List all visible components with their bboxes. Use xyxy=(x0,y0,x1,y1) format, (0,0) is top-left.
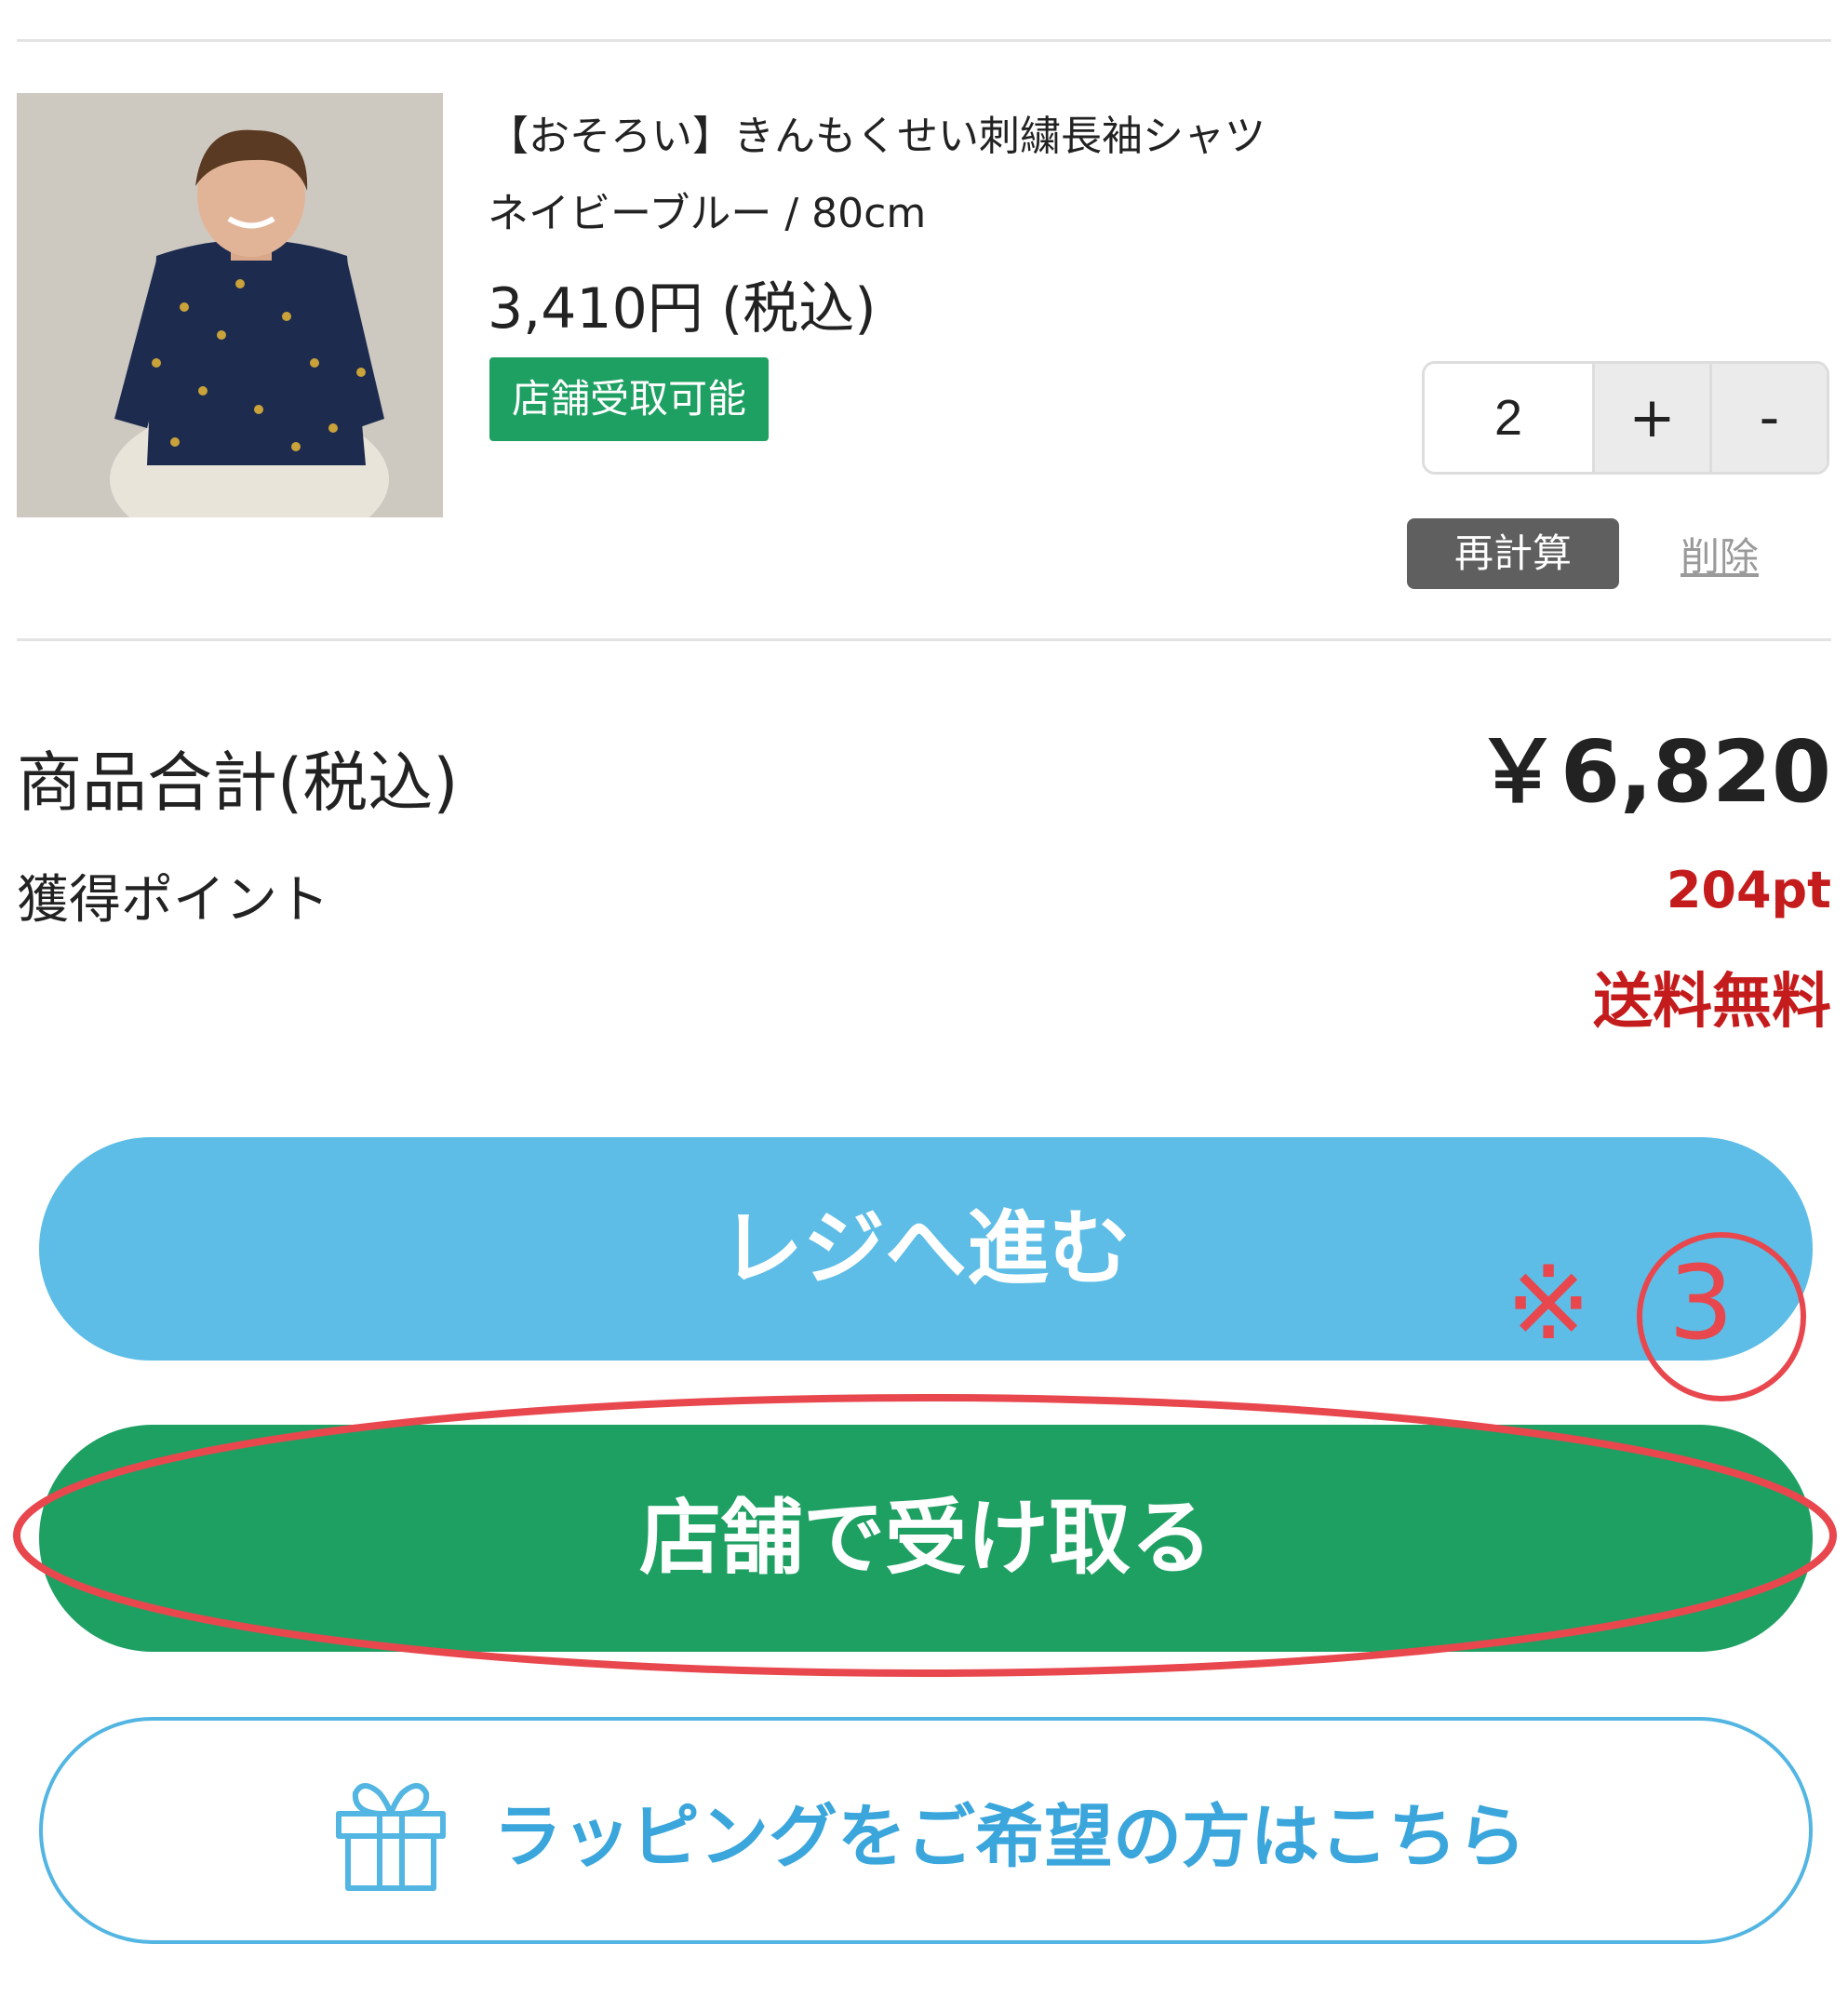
gift-wrapping-label: ラッピングをご希望の方はこちら xyxy=(493,1796,1526,1877)
subtotal-label: 商品合計(税込) xyxy=(17,744,459,821)
product-price: 3,410円 (税込) xyxy=(488,276,877,342)
quantity-stepper: + - xyxy=(1422,361,1829,475)
points-value: 204pt xyxy=(1666,861,1831,919)
product-photo xyxy=(17,93,443,517)
annotation-number: 3 xyxy=(1668,1243,1734,1362)
top-divider xyxy=(17,39,1831,42)
quantity-input[interactable] xyxy=(1425,364,1592,472)
gift-icon xyxy=(336,1783,446,1891)
points-label: 獲得ポイント xyxy=(17,870,329,931)
annotation-note: ※ 3 xyxy=(1506,1252,1783,1354)
delete-link[interactable]: 削除 xyxy=(1681,526,1759,583)
quantity-minus-button[interactable]: - xyxy=(1709,364,1827,472)
subtotal-value: ￥6,820 xyxy=(1474,722,1831,822)
product-image[interactable] xyxy=(17,93,443,517)
quantity-plus-button[interactable]: + xyxy=(1592,364,1709,472)
middle-divider xyxy=(17,638,1831,641)
annotation-mark: ※ xyxy=(1506,1243,1592,1362)
store-pickup-available-badge: 店舗受取可能 xyxy=(489,357,770,441)
recalculate-button[interactable]: 再計算 xyxy=(1407,518,1619,589)
store-pickup-button[interactable]: 店舗で受け取る xyxy=(39,1425,1813,1652)
free-shipping-label: 送料無料 xyxy=(1593,968,1831,1037)
product-name[interactable]: 【おそろい】きんもくせい刺繍長袖シャツ xyxy=(488,102,1265,162)
gift-wrapping-button[interactable]: ラッピングをご希望の方はこちら xyxy=(39,1717,1813,1944)
product-variant: ネイビーブルー / 80cm xyxy=(488,190,927,237)
